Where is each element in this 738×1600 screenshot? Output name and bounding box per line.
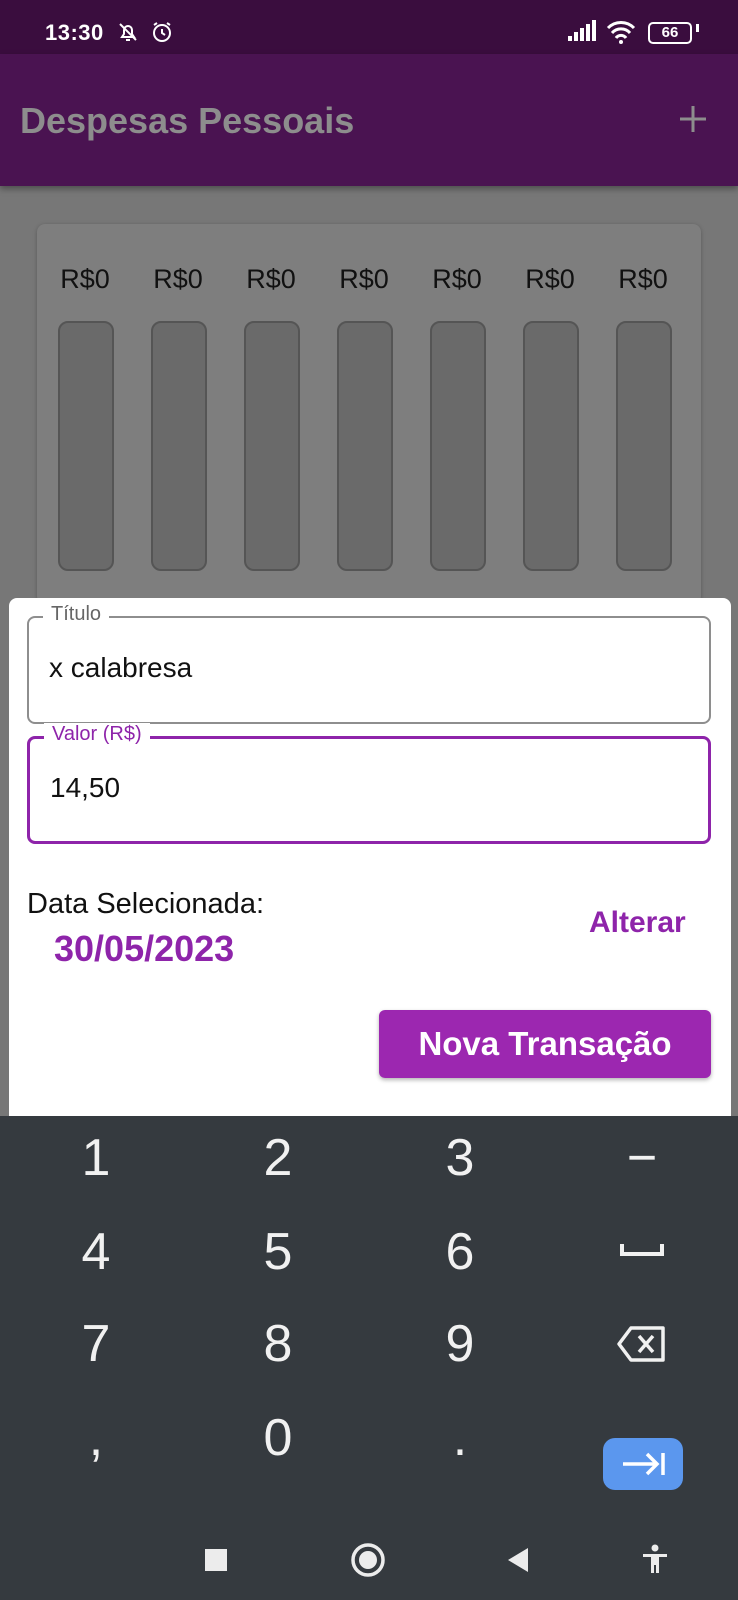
key-4[interactable]: 4	[36, 1212, 156, 1292]
key-9[interactable]: 9	[400, 1304, 520, 1384]
chart-bar	[58, 321, 114, 571]
key-comma[interactable]: ,	[36, 1398, 156, 1478]
chart-bar-label: R$0	[432, 264, 482, 294]
key-7[interactable]: 7	[36, 1304, 156, 1384]
accessibility-icon[interactable]	[640, 1544, 670, 1579]
value-field[interactable]: Valor (R$) 14,50	[27, 723, 711, 844]
navigation-bar	[0, 1528, 738, 1600]
key-3[interactable]: 3	[400, 1118, 520, 1198]
key-period[interactable]: .	[400, 1398, 520, 1478]
battery-icon: 66	[648, 22, 700, 44]
key-0[interactable]: 0	[218, 1398, 338, 1478]
weekly-chart: R$0 R$0 R$0 R$0 R$0 R$0 R$0	[37, 224, 701, 604]
status-bar: 13:30 66	[0, 0, 738, 54]
chart-bar	[151, 321, 207, 571]
app-bar: Despesas Pessoais	[0, 54, 738, 186]
key-5[interactable]: 5	[218, 1212, 338, 1292]
chart-bar-label: R$0	[246, 264, 296, 294]
new-transaction-form: Título x calabresa Valor (R$) 14,50 Data…	[9, 598, 731, 1116]
app-title: Despesas Pessoais	[20, 100, 355, 141]
tab-icon[interactable]	[603, 1438, 683, 1490]
change-date-button[interactable]: Alterar	[589, 906, 686, 940]
battery-level: 66	[648, 22, 692, 44]
chart-bar-label: R$0	[339, 264, 389, 294]
wifi-icon	[606, 20, 636, 49]
chart-bar-label: R$0	[60, 264, 110, 294]
value-field-value[interactable]: 14,50	[50, 772, 120, 804]
backspace-icon[interactable]	[582, 1304, 702, 1384]
chart-bar-column: R$0	[148, 224, 208, 604]
back-icon[interactable]	[506, 1546, 530, 1579]
chart-bar-label: R$0	[153, 264, 203, 294]
new-transaction-button[interactable]: Nova Transação	[379, 1010, 711, 1078]
bell-off-icon	[116, 20, 140, 49]
title-field[interactable]: Título x calabresa	[27, 603, 711, 724]
selected-date: 30/05/2023	[54, 928, 235, 969]
date-label: Data Selecionada:	[27, 888, 264, 920]
chart-bar-column: R$0	[427, 224, 487, 604]
chart-bar	[616, 321, 672, 571]
key-2[interactable]: 2	[218, 1118, 338, 1198]
chart-bar-column: R$0	[241, 224, 301, 604]
title-field-value[interactable]: x calabresa	[49, 652, 192, 684]
status-time: 13:30	[45, 20, 104, 45]
chart-bar	[244, 321, 300, 571]
key-1[interactable]: 1	[36, 1118, 156, 1198]
chart-bar-label: R$0	[525, 264, 575, 294]
plus-icon[interactable]	[678, 104, 708, 134]
recent-apps-icon[interactable]	[204, 1548, 228, 1577]
key-minus[interactable]: −	[582, 1118, 702, 1198]
chart-bar-column: R$0	[613, 224, 673, 604]
chart-bar	[430, 321, 486, 571]
signal-icon	[568, 20, 598, 47]
chart-bar-column: R$0	[55, 224, 115, 604]
chart-bar	[337, 321, 393, 571]
chart-bar-label: R$0	[618, 264, 668, 294]
key-8[interactable]: 8	[218, 1304, 338, 1384]
space-icon[interactable]	[582, 1212, 702, 1292]
value-field-label: Valor (R$)	[44, 723, 150, 746]
chart-bar	[523, 321, 579, 571]
home-icon[interactable]	[350, 1542, 386, 1583]
title-field-label: Título	[43, 603, 110, 626]
chart-bar-column: R$0	[520, 224, 580, 604]
chart-bar-column: R$0	[334, 224, 394, 604]
key-6[interactable]: 6	[400, 1212, 520, 1292]
alarm-icon	[150, 20, 174, 49]
numeric-keyboard: 1 2 3 − 4 5 6 7 8 9 , 0 .	[0, 1116, 738, 1600]
